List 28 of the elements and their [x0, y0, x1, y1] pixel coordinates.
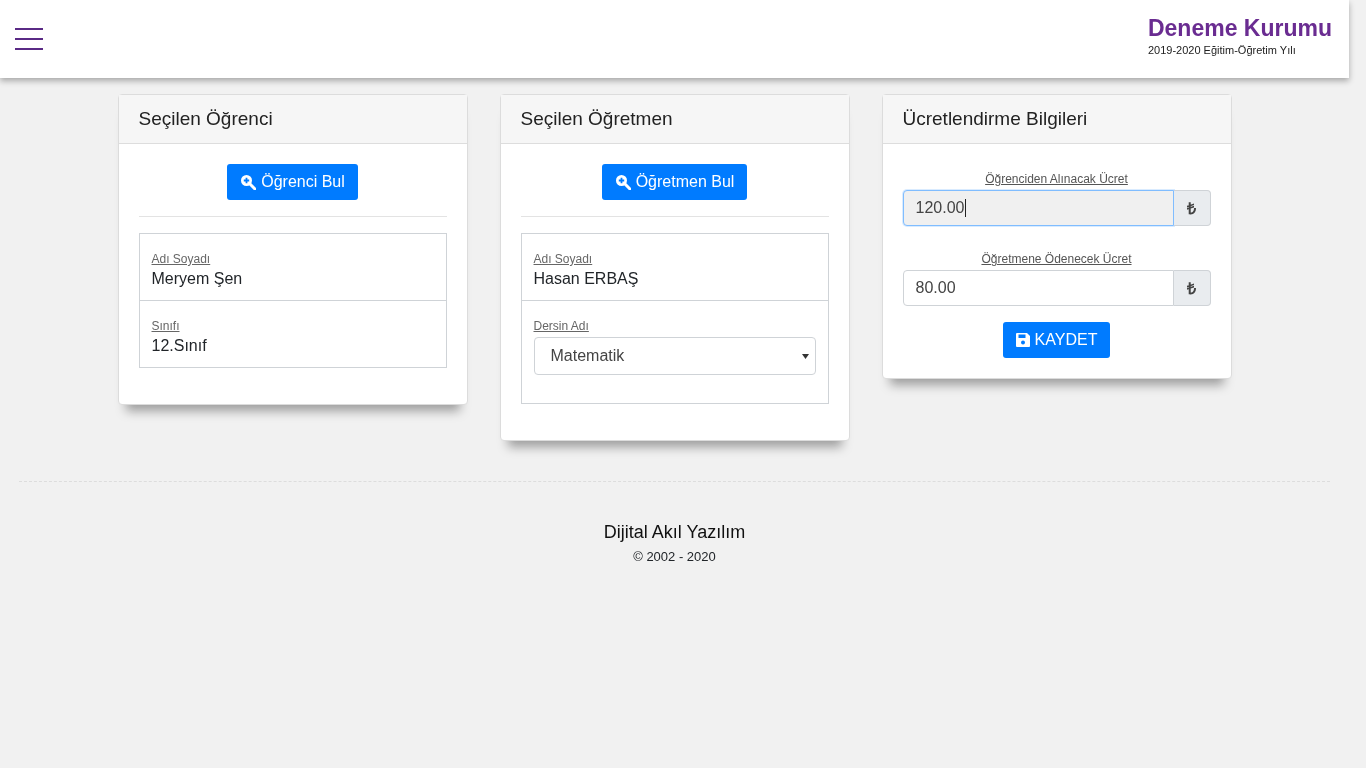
- currency-addon: ₺: [1173, 270, 1211, 306]
- footer-copyright: © 2002 - 2020: [633, 549, 716, 564]
- brand-subtitle: 2019-2020 Eğitim-Öğretim Yılı: [1147, 43, 1296, 56]
- field-label: Dersin Adı: [533, 319, 590, 333]
- input-field[interactable]: 80.00: [902, 270, 1174, 306]
- field-label: Adı Soyadı: [533, 252, 594, 266]
- currency-addon: ₺: [1173, 190, 1211, 226]
- field-value: Meryem Şen: [151, 270, 244, 288]
- footer-company: Dijital Akıl Yazılım: [603, 522, 746, 543]
- brand-title: Deneme Kurumu: [1147, 14, 1332, 42]
- field-label: Adı Soyadı: [151, 252, 212, 266]
- menu-button[interactable]: [15, 28, 43, 50]
- field-value: Hasan ERBAŞ: [533, 270, 640, 288]
- field-label: Öğretmene Ödenecek Ücret: [981, 252, 1132, 266]
- zoom-in-icon: [614, 174, 631, 190]
- select-field[interactable]: Matematik: [533, 337, 816, 375]
- find-button[interactable]: Öğrenci Bul: [227, 164, 358, 200]
- field-value: 12.Sınıf: [151, 337, 208, 355]
- card-title: Seçilen Öğretmen: [500, 95, 849, 144]
- card-title: Seçilen Öğrenci: [118, 95, 467, 144]
- find-button[interactable]: Öğretmen Bul: [601, 164, 748, 200]
- card-title: Ücretlendirme Bilgileri: [882, 95, 1231, 144]
- zoom-in-icon: [240, 174, 257, 190]
- input-field[interactable]: 120.00: [902, 190, 1174, 226]
- caret-icon: [801, 353, 809, 359]
- field-label: Öğrenciden Alınacak Ücret: [985, 172, 1128, 186]
- save-button[interactable]: KAYDET: [1002, 322, 1111, 358]
- field-label: Sınıfı: [151, 319, 181, 333]
